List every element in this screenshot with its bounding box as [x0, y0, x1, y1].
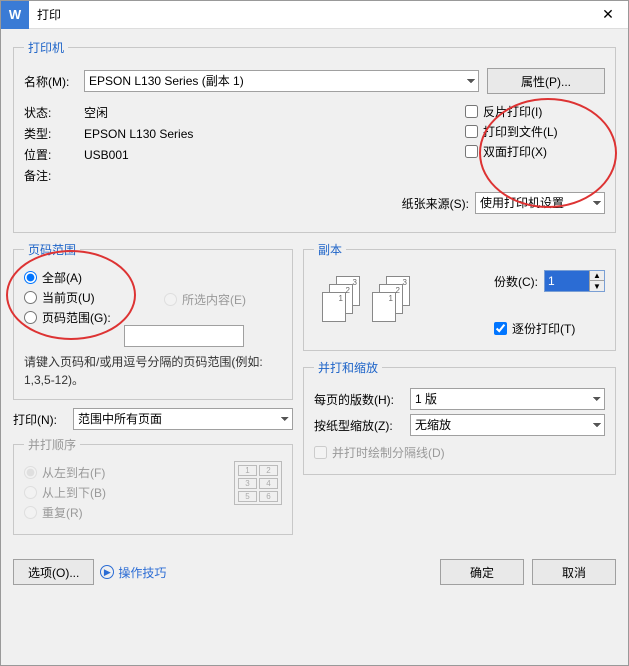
- range-pages-radio[interactable]: 页码范围(G):: [24, 309, 164, 326]
- scale-group: 并打和缩放 每页的版数(H): 1 版 按纸型缩放(Z): 无缩放 并打时绘制分…: [303, 359, 616, 475]
- type-value: EPSON L130 Series: [84, 127, 193, 141]
- paper-scale-select[interactable]: 无缩放: [410, 414, 605, 436]
- paper-source-select[interactable]: 使用打印机设置: [475, 192, 605, 214]
- range-all-radio[interactable]: 全部(A): [24, 269, 164, 286]
- options-button[interactable]: 选项(O)...: [13, 559, 94, 585]
- copies-legend: 副本: [314, 241, 346, 258]
- collate-illustration: 3 2 1 3 2 1: [322, 276, 412, 322]
- footer: 选项(O)... ▶ 操作技巧 确定 取消: [1, 553, 628, 595]
- print-order-group: 并打顺序 从左到右(F) 从上到下(B) 重复(R) 123456: [13, 436, 293, 535]
- page-range-group: 页码范围 全部(A) 当前页(U) 页码范围(G): 所选内容(E): [13, 241, 293, 400]
- play-icon: ▶: [100, 565, 114, 579]
- spin-down[interactable]: ▼: [590, 281, 604, 291]
- location-label: 位置:: [24, 146, 84, 163]
- duplex-checkbox[interactable]: 双面打印(X): [465, 143, 605, 160]
- range-current-radio[interactable]: 当前页(U): [24, 289, 164, 306]
- cancel-button[interactable]: 取消: [532, 559, 616, 585]
- print-order-illustration: 123456: [234, 461, 282, 505]
- per-sheet-select[interactable]: 1 版: [410, 388, 605, 410]
- properties-button[interactable]: 属性(P)...: [487, 68, 605, 94]
- order-ltr-radio: 从左到右(F): [24, 464, 234, 481]
- print-dialog: W 打印 ✕ 打印机 名称(M): EPSON L130 Series (副本 …: [0, 0, 629, 666]
- printer-group: 打印机 名称(M): EPSON L130 Series (副本 1) 属性(P…: [13, 39, 616, 233]
- per-sheet-label: 每页的版数(H):: [314, 391, 410, 408]
- page-range-legend: 页码范围: [24, 241, 80, 258]
- print-order-legend: 并打顺序: [24, 436, 80, 453]
- print-to-file-checkbox[interactable]: 打印到文件(L): [465, 123, 605, 140]
- print-what-label: 打印(N):: [13, 411, 73, 428]
- order-ttb-radio: 从上到下(B): [24, 484, 234, 501]
- app-icon: W: [1, 1, 29, 29]
- paper-scale-label: 按纸型缩放(Z):: [314, 417, 410, 434]
- ok-button[interactable]: 确定: [440, 559, 524, 585]
- page-range-hint: 请键入页码和/或用逗号分隔的页码范围(例如: 1,3,5-12)。: [24, 353, 282, 389]
- status-label: 状态:: [24, 104, 84, 121]
- location-value: USB001: [84, 148, 129, 162]
- page-range-input[interactable]: [124, 325, 244, 347]
- paper-source-label: 纸张来源(S):: [402, 195, 469, 212]
- order-repeat-radio: 重复(R): [24, 504, 234, 521]
- collate-checkbox[interactable]: 逐份打印(T): [494, 320, 605, 337]
- close-button[interactable]: ✕: [588, 1, 628, 29]
- copies-group: 副本 3 2 1 3 2 1: [303, 241, 616, 351]
- reverse-print-checkbox[interactable]: 反片打印(I): [465, 103, 605, 120]
- status-value: 空闲: [84, 104, 108, 121]
- spin-up[interactable]: ▲: [590, 271, 604, 281]
- draw-border-checkbox: 并打时绘制分隔线(D): [314, 444, 605, 461]
- copies-spinner[interactable]: ▲▼: [544, 270, 605, 292]
- type-label: 类型:: [24, 125, 84, 142]
- printer-legend: 打印机: [24, 39, 68, 56]
- titlebar: W 打印 ✕: [1, 1, 628, 29]
- copies-count-label: 份数(C):: [494, 273, 538, 290]
- printer-name-label: 名称(M):: [24, 73, 84, 90]
- print-what-select[interactable]: 范围中所有页面: [73, 408, 293, 430]
- printer-name-select[interactable]: EPSON L130 Series (副本 1): [84, 70, 479, 92]
- range-selection-radio: 所选内容(E): [164, 291, 246, 308]
- copies-input[interactable]: [545, 271, 589, 291]
- scale-legend: 并打和缩放: [314, 359, 382, 376]
- window-title: 打印: [29, 6, 588, 23]
- remarks-label: 备注:: [24, 167, 84, 184]
- tips-link[interactable]: ▶ 操作技巧: [100, 564, 166, 581]
